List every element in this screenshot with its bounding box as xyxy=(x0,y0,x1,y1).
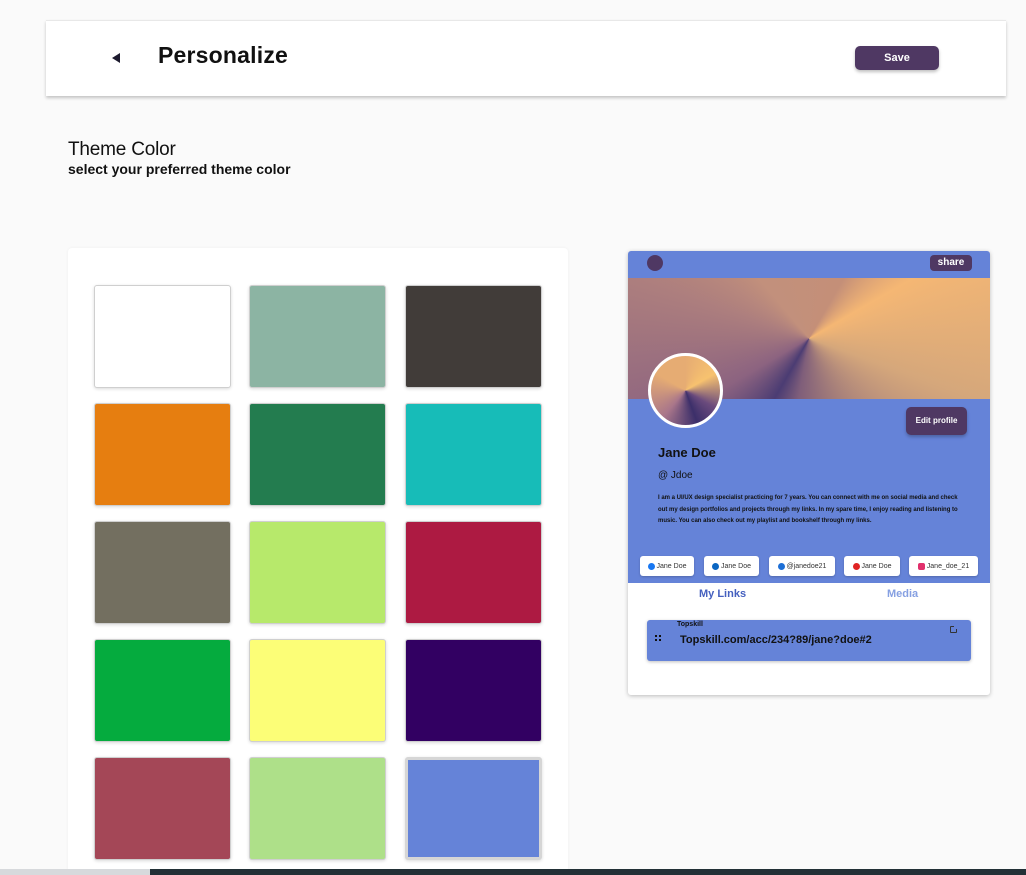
social-chip-youtube[interactable]: Jane Doe xyxy=(844,556,900,576)
page-title: Personalize xyxy=(158,42,289,68)
back-arrow-icon[interactable] xyxy=(112,53,120,63)
instagram-icon xyxy=(917,562,925,570)
facebook-icon xyxy=(647,562,655,570)
linkedin-icon xyxy=(712,562,720,570)
color-swatch[interactable] xyxy=(249,403,386,506)
theme-color-title: Theme Color xyxy=(68,139,176,160)
preview-tabs: My Links Media xyxy=(628,583,990,607)
color-swatch[interactable] xyxy=(94,285,231,388)
profile-bio: I am a UI/UX design specialist practicin… xyxy=(658,495,958,524)
social-chip-instagram[interactable]: Jane_doe_21 xyxy=(909,556,978,576)
link-url: Topskill.com/acc/234?89/jane?doe#2 xyxy=(680,634,872,646)
social-label: Jane Doe xyxy=(861,562,892,570)
menu-dot-icon[interactable] xyxy=(647,255,663,271)
color-swatch[interactable] xyxy=(249,639,386,742)
social-chip-twitter[interactable]: @janedoe21 xyxy=(769,556,835,576)
social-chip-linkedin[interactable]: Jane Doe xyxy=(704,556,759,576)
link-card[interactable]: Topskill Topskill.com/acc/234?89/jane?do… xyxy=(647,620,971,661)
social-label: Jane_doe_21 xyxy=(926,562,970,570)
social-label: @janedoe21 xyxy=(786,562,827,570)
share-button[interactable]: share xyxy=(930,255,972,271)
external-link-icon[interactable] xyxy=(950,625,958,633)
tab-my-links[interactable]: My Links xyxy=(699,588,746,600)
color-swatch[interactable] xyxy=(405,285,542,388)
color-swatch[interactable] xyxy=(94,639,231,742)
social-label: Jane Doe xyxy=(721,562,751,570)
save-button[interactable]: Save xyxy=(855,46,939,70)
preview-theme-area: share Edit profile Jane Doe @ Jdoe I am … xyxy=(628,251,990,548)
twitter-icon xyxy=(777,562,785,570)
color-swatch[interactable] xyxy=(405,639,542,742)
color-swatch[interactable] xyxy=(94,521,231,624)
social-label: Jane Doe xyxy=(656,562,687,570)
profile-preview: share Edit profile Jane Doe @ Jdoe I am … xyxy=(628,251,990,695)
swatch-panel xyxy=(68,248,568,875)
social-links-bar: Jane Doe Jane Doe @janedoe21 Jane Doe Ja… xyxy=(628,548,990,583)
youtube-icon xyxy=(852,562,860,570)
color-swatch[interactable] xyxy=(405,757,542,860)
header-bar: Personalize Save xyxy=(46,20,1006,96)
color-swatch[interactable] xyxy=(94,757,231,860)
link-title: Topskill xyxy=(677,621,703,628)
color-swatch[interactable] xyxy=(249,757,386,860)
profile-name: Jane Doe xyxy=(658,445,716,460)
profile-handle: @ Jdoe xyxy=(658,470,693,481)
color-swatch[interactable] xyxy=(405,521,542,624)
theme-color-subtitle: select your preferred theme color xyxy=(68,161,291,177)
taskbar-strip-dark xyxy=(150,869,1026,875)
color-swatch[interactable] xyxy=(405,403,542,506)
color-swatch[interactable] xyxy=(249,521,386,624)
tab-media[interactable]: Media xyxy=(887,588,918,600)
avatar xyxy=(648,353,723,428)
color-swatch[interactable] xyxy=(249,285,386,388)
edit-profile-button[interactable]: Edit profile xyxy=(906,407,967,435)
social-chip-facebook[interactable]: Jane Doe xyxy=(640,556,694,576)
drag-handle-icon[interactable] xyxy=(655,635,662,642)
color-swatch[interactable] xyxy=(94,403,231,506)
